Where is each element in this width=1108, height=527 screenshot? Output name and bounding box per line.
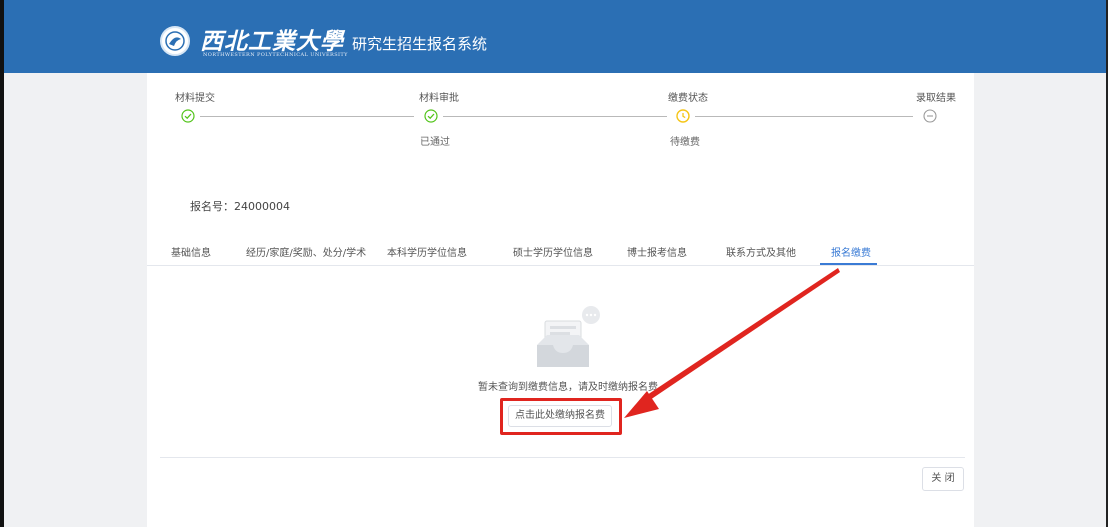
tab-contact[interactable]: 联系方式及其他 xyxy=(726,244,796,259)
annotation-highlight-box xyxy=(500,398,622,435)
check-circle-icon xyxy=(181,109,195,123)
step-label-payment: 缴费状态 xyxy=(668,93,708,104)
step-label-admission: 录取结果 xyxy=(916,93,956,104)
university-logo-english: NORTHWESTERN POLYTECHNICAL UNIVERSITY xyxy=(203,52,348,58)
tab-master-info[interactable]: 硕士学历学位信息 xyxy=(513,244,593,259)
step-connector xyxy=(443,116,667,117)
tab-phd-application[interactable]: 博士报考信息 xyxy=(627,244,687,259)
empty-inbox-icon xyxy=(537,306,600,367)
tab-experience[interactable]: 经历/家庭/奖励、处分/学术 xyxy=(246,244,366,259)
system-title: 研究生招生报名系统 xyxy=(352,35,488,53)
close-button[interactable]: 关 闭 xyxy=(922,467,964,491)
tab-payment[interactable]: 报名缴费 xyxy=(831,244,871,259)
minus-circle-icon xyxy=(923,109,937,123)
check-circle-icon xyxy=(424,109,438,123)
step-connector xyxy=(200,116,414,117)
clock-circle-icon xyxy=(676,109,690,123)
step-connector xyxy=(695,116,913,117)
university-seal-icon xyxy=(160,26,190,56)
step-status-review: 已通过 xyxy=(420,137,450,148)
active-tab-indicator xyxy=(820,263,877,265)
main-panel xyxy=(147,73,974,527)
step-status-payment: 待缴费 xyxy=(670,137,700,148)
university-logo-text: 西北工業大學 xyxy=(200,28,344,55)
tab-basic-info[interactable]: 基础信息 xyxy=(171,244,211,259)
footer-divider xyxy=(160,457,965,458)
step-label-review: 材料审批 xyxy=(419,93,459,104)
step-label-submit: 材料提交 xyxy=(175,93,215,104)
tab-bar: 基础信息 经历/家庭/奖励、处分/学术 本科学历学位信息 硕士学历学位信息 博士… xyxy=(147,237,974,266)
registration-number: 报名号：24000004 xyxy=(190,198,290,214)
registration-value: 24000004 xyxy=(234,200,290,213)
tab-bachelor-info[interactable]: 本科学历学位信息 xyxy=(387,244,467,259)
empty-state-message: 暂未查询到缴费信息，请及时缴纳报名费 xyxy=(478,382,658,393)
registration-label: 报名号： xyxy=(190,200,234,213)
